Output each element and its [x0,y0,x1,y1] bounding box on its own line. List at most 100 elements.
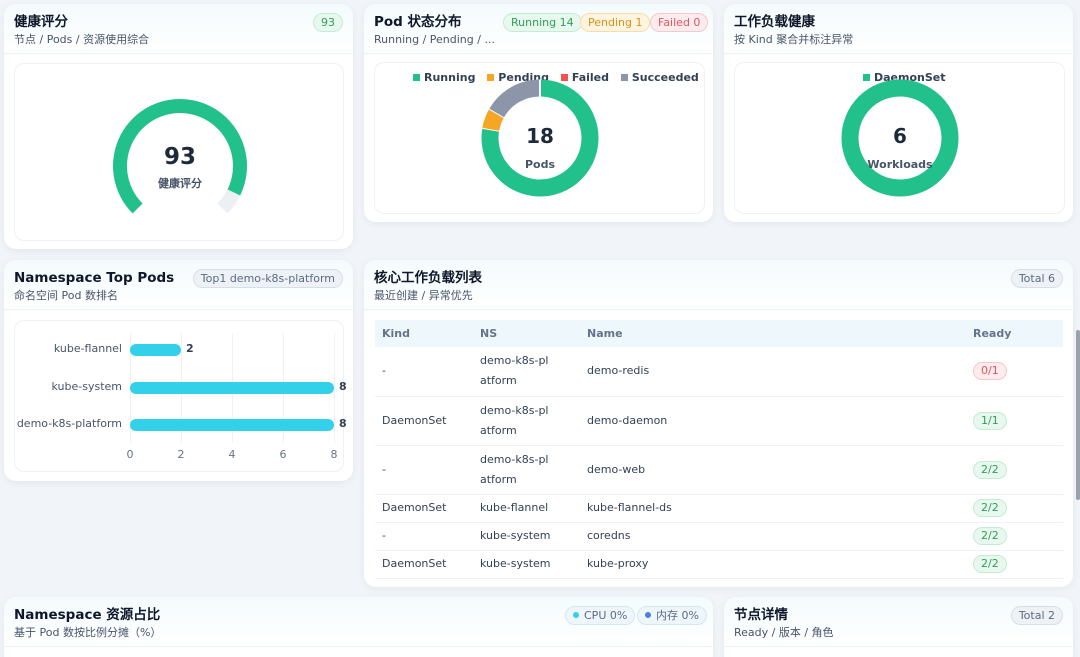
ns-top-badge: Top1 demo-k8s-platform [192,269,343,288]
workload-health-card: 工作负载健康 按 Kind 聚合并标注异常 DaemonSet 6 Worklo… [724,4,1073,222]
cell-ready: 2/2 [966,522,1063,551]
cell-ns: kube-system [473,550,580,579]
pod-status-header: Pod 状态分布 Running / Pending / ... Running… [364,4,713,54]
cell-kind: DaemonSet [375,494,473,523]
col-kind[interactable]: Kind [375,320,473,347]
cell-ns: demo-k8s-platform [473,347,580,397]
health-score-label: 健康评分 [158,177,202,190]
running-badge: Running 14 [503,13,582,32]
cell-name: coredns [580,522,966,551]
cell-kind: - [375,522,473,551]
cell-kind: DaemonSet [375,550,473,579]
x-tick-label: 8 [330,448,338,461]
workloads-table: Kind NS Name Ready - demo-k8s-platform dem… [375,320,1063,579]
x-tick-label: 4 [228,448,236,461]
pod-status-subtitle: Running / Pending / ... [374,33,495,46]
cell-ns: kube-system [473,522,580,551]
bar-kube-system[interactable] [130,381,334,394]
table-row[interactable]: DaemonSet demo-k8s-platform demo-daemon 1/1 [375,396,1063,446]
workloads-table-body: - demo-k8s-platform demo-redis 0/1 DaemonSet… [375,347,1063,579]
failed-badge: Failed 0 [650,13,709,32]
cell-name: kube-proxy [580,550,966,579]
cell-ns: demo-k8s-platform [473,445,580,495]
health-score-badge: 93 [313,13,343,32]
ns-top-subtitle: 命名空间 Pod 数排名 [14,289,118,302]
node-detail-card: 节点详情 Ready / 版本 / 角色 Total 2 [724,597,1073,657]
health-gauge-panel: 93 健康评分 [14,63,344,241]
node-detail-subtitle: Ready / 版本 / 角色 [734,626,834,639]
workload-health-subtitle: 按 Kind 聚合并标注异常 [734,33,854,46]
bar-value-label: 8 [339,379,347,393]
ns-top-pods-card: Namespace Top Pods 命名空间 Pod 数排名 Top1 dem… [4,260,353,481]
donut-slice-pending[interactable] [482,108,505,132]
health-subtitle: 节点 / Pods / 资源使用综合 [14,33,150,46]
x-tick-label: 6 [279,448,287,461]
cell-name: demo-daemon [580,396,966,446]
cell-ns: kube-flannel [473,494,580,523]
cell-kind: - [375,347,473,397]
x-tick-label: 0 [126,448,134,461]
ready-badge: 0/1 [973,362,1007,381]
cell-ready: 0/1 [966,347,1063,397]
health-card-header: 健康评分 节点 / Pods / 资源使用综合 93 [4,4,353,54]
cell-ready: 2/2 [966,494,1063,523]
workload-health-title: 工作负载健康 [734,14,815,30]
ready-badge: 2/2 [973,460,1007,479]
pod-total-value: 18 [526,124,554,148]
workloads-table-card: 核心工作负载列表 最近创建 / 异常优先 Total 6 Kind NS Nam… [364,260,1073,587]
cell-ready: 2/2 [966,445,1063,495]
health-score-value: 93 [163,144,196,170]
node-detail-header: 节点详情 Ready / 版本 / 角色 Total 2 [724,597,1073,647]
cell-ready: 1/1 [966,396,1063,446]
bar-category-label: kube-system [51,379,123,393]
bar-category-label: kube-flannel [53,342,122,355]
cell-ns: demo-k8s-platform [473,396,580,446]
workload-health-header: 工作负载健康 按 Kind 聚合并标注异常 [724,4,1073,54]
health-title: 健康评分 [14,14,68,30]
memory-badge: 内存 0% [637,606,707,625]
bar-category-label: demo-k8s-platform [16,417,122,430]
cell-name: demo-web [580,445,966,495]
node-total-badge: Total 2 [1010,606,1063,625]
bar-demo-k8s-platform[interactable] [130,419,334,431]
workloads-title: 核心工作负载列表 [374,270,482,286]
pending-badge: Pending 1 [580,13,651,32]
bar-kube-flannel[interactable] [130,344,181,356]
workload-health-chart-panel: DaemonSet 6 Workloads [734,62,1065,214]
table-row[interactable]: DaemonSet kube-flannel kube-flannel-ds 2/2 [375,494,1063,523]
ns-top-chart-panel: 0 2 4 6 8 kube-flannel 2 kube-system 8 demo-k8s-p… [14,320,347,473]
table-row[interactable]: - demo-k8s-platform demo-web 2/2 [375,445,1063,495]
donut-slice-succeeded[interactable] [489,79,541,118]
ns-resource-header: Namespace 资源占比 基于 Pod 数按比例分摊（%） CPU 0% 内… [4,597,713,647]
cpu-badge: CPU 0% [565,606,636,625]
pod-total-label: Pods [524,158,556,171]
col-ns[interactable]: NS [473,320,580,347]
workloads-subtitle: 最近创建 / 异常优先 [374,289,473,302]
cell-name: kube-flannel-ds [580,494,966,523]
pod-status-card: Pod 状态分布 Running / Pending / ... Running… [364,4,713,222]
col-name[interactable]: Name [580,320,966,347]
ready-badge: 2/2 [973,527,1007,545]
table-row[interactable]: DaemonSet kube-system kube-proxy 2/2 [375,550,1063,579]
ns-top-header: Namespace Top Pods 命名空间 Pod 数排名 Top1 dem… [4,260,353,310]
workload-total-value: 6 [893,124,907,148]
workloads-header: 核心工作负载列表 最近创建 / 异常优先 Total 6 [364,260,1073,310]
table-header-row: Kind NS Name Ready [375,320,1063,347]
col-ready[interactable]: Ready [966,320,1063,347]
table-row[interactable]: - demo-k8s-platform demo-redis 0/1 [375,347,1063,397]
bar-value-label: 2 [186,342,194,355]
bar-value-label: 8 [339,417,347,430]
ns-resource-subtitle: 基于 Pod 数按比例分摊（%） [14,626,162,639]
table-row[interactable]: - kube-system coredns 2/2 [375,522,1063,551]
x-tick-label: 2 [177,448,185,461]
cell-name: demo-redis [580,347,966,397]
health-card: 健康评分 节点 / Pods / 资源使用综合 93 93 健康评分 [4,4,353,249]
cell-kind: DaemonSet [375,396,473,446]
ns-top-bar-chart: 0 2 4 6 8 kube-flannel 2 kube-system 8 demo-k8s-p… [15,321,347,473]
workload-total-label: Workloads [867,158,933,171]
workloads-total-badge: Total 6 [1010,269,1063,288]
page-scrollbar[interactable] [1076,330,1080,500]
ready-badge: 2/2 [973,499,1007,517]
ns-resource-card: Namespace 资源占比 基于 Pod 数按比例分摊（%） CPU 0% 内… [4,597,713,657]
grid-line [334,333,335,443]
